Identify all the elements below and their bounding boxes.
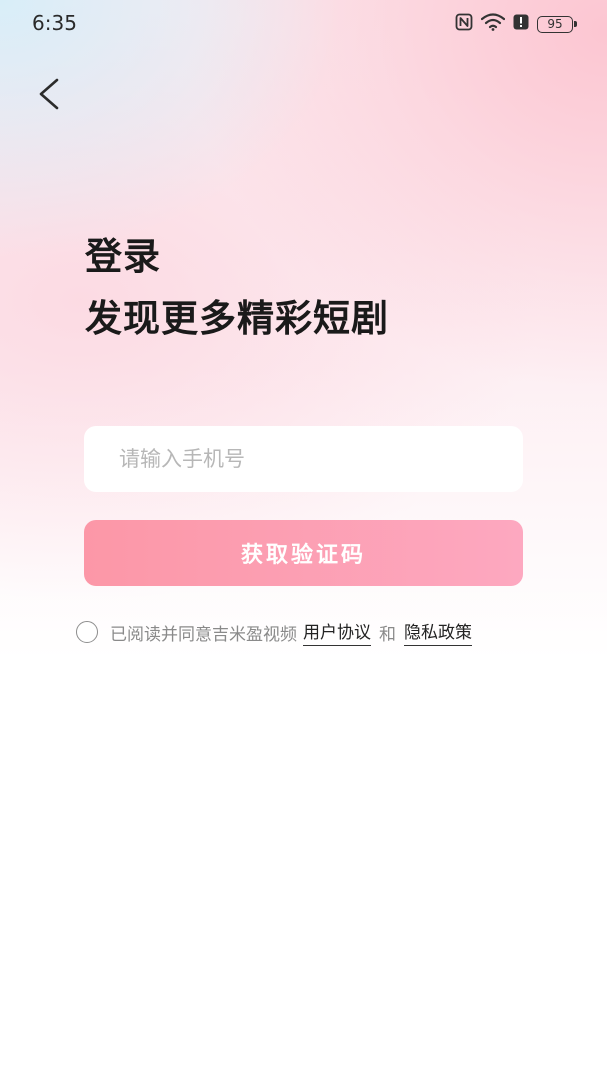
page-subtitle: 发现更多精彩短剧 xyxy=(85,297,389,340)
status-icons: 95 xyxy=(455,13,577,35)
get-code-button[interactable]: 获取验证码 xyxy=(84,520,523,586)
privacy-policy-link[interactable]: 隐私政策 xyxy=(404,618,472,646)
agreement-connector: 和 xyxy=(379,624,396,645)
page-title: 登录 xyxy=(85,235,161,278)
wifi-icon xyxy=(480,13,506,35)
chevron-left-icon xyxy=(30,78,70,118)
agreement-text: 已阅读并同意吉米盈视频 xyxy=(110,624,297,645)
agreement-row: 已阅读并同意吉米盈视频 用户协议 和 隐私政策 xyxy=(76,618,478,646)
user-agreement-link[interactable]: 用户协议 xyxy=(303,618,371,646)
status-bar: 6:35 95 xyxy=(0,0,607,46)
phone-field xyxy=(84,426,523,492)
phone-input[interactable] xyxy=(84,426,523,492)
battery-icon: 95 xyxy=(537,15,577,33)
nfc-icon xyxy=(455,13,473,35)
back-button[interactable] xyxy=(30,74,70,114)
status-time: 6:35 xyxy=(32,11,77,35)
agreement-checkbox[interactable] xyxy=(76,621,98,643)
alert-icon xyxy=(513,14,529,34)
